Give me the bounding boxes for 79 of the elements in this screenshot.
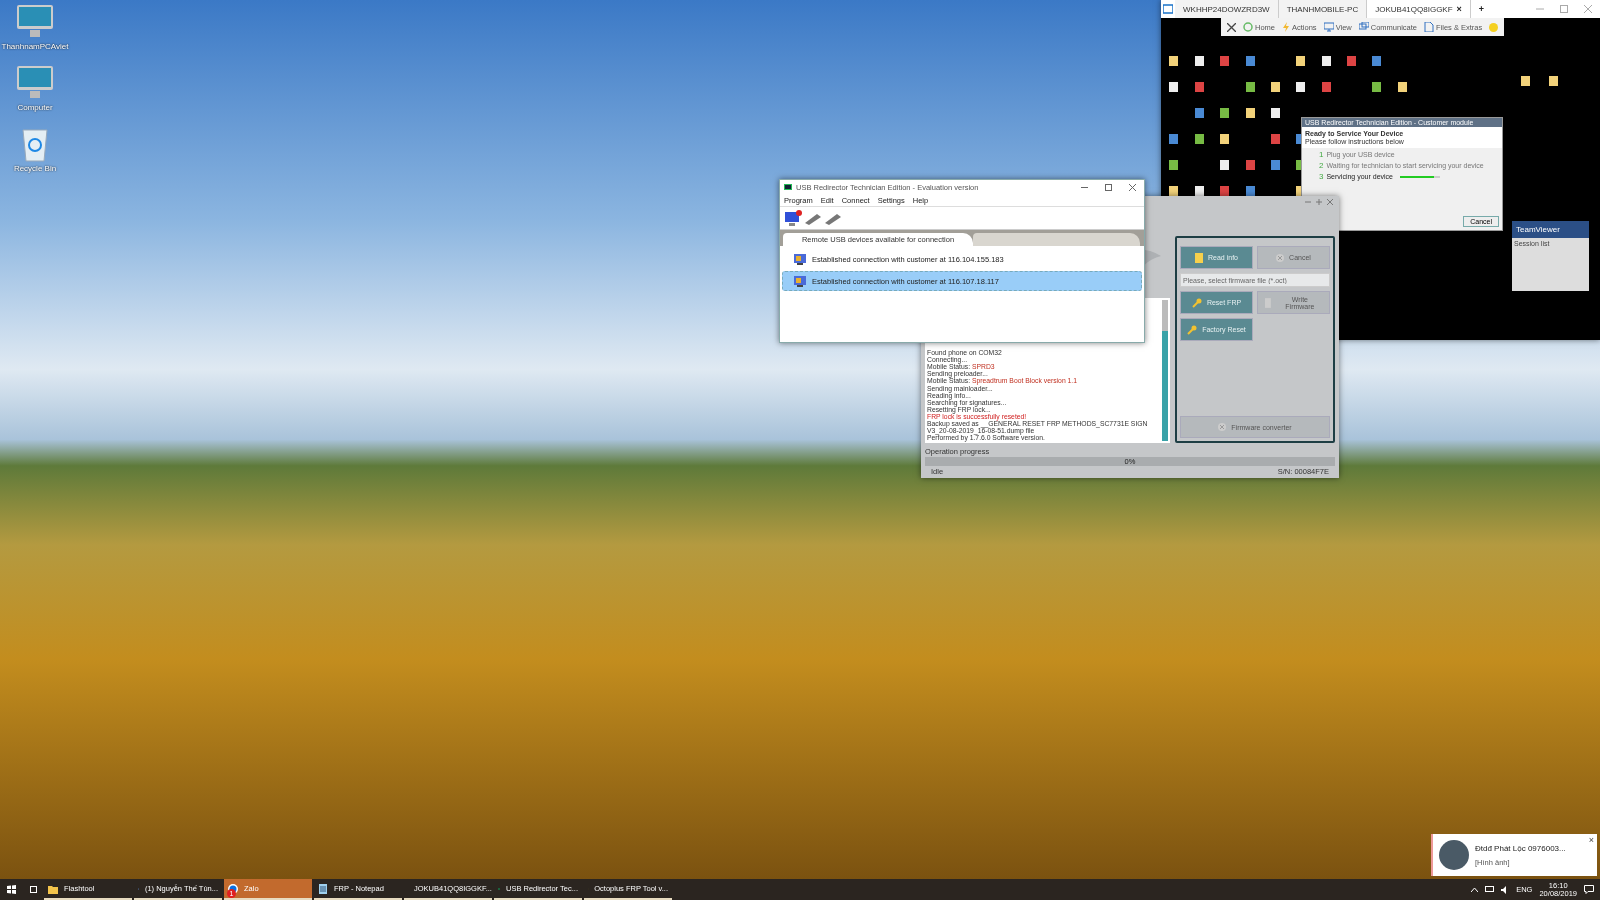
app-icon xyxy=(1246,160,1255,170)
folder-icon xyxy=(1169,56,1178,66)
cancel-icon xyxy=(1276,253,1285,262)
plug-icon[interactable] xyxy=(824,211,842,225)
app-icon xyxy=(1195,108,1204,118)
wrench-icon xyxy=(1187,324,1198,335)
monitor-icon xyxy=(15,65,55,101)
step-number: 2 xyxy=(1319,161,1324,170)
folder-icon xyxy=(1220,134,1229,144)
monitor-icon xyxy=(15,4,55,40)
folder-icon xyxy=(1246,108,1255,118)
app-icon xyxy=(1271,160,1280,170)
wrench-icon xyxy=(1191,297,1202,308)
app-icon xyxy=(1195,134,1204,144)
file-icon xyxy=(1424,22,1435,32)
tab[interactable]: THANHMOBILE-PC xyxy=(1278,0,1368,18)
cancel-icon xyxy=(1218,423,1227,431)
maximize-icon[interactable] xyxy=(1104,184,1112,191)
folder-icon xyxy=(1296,56,1305,66)
lightning-icon xyxy=(1282,22,1290,32)
app-icon xyxy=(1220,108,1229,118)
notepad-icon xyxy=(318,883,328,894)
task-view-icon[interactable] xyxy=(28,885,38,894)
app-icon xyxy=(1246,186,1255,196)
desktop-icon-label[interactable]: ThanhnamPCAviet xyxy=(1,42,69,51)
app-icon xyxy=(1169,134,1178,144)
home-icon xyxy=(1243,22,1253,32)
file-icon xyxy=(1220,160,1229,170)
close-icon[interactable] xyxy=(1128,184,1136,191)
file-icon xyxy=(1195,56,1204,66)
computer-icon xyxy=(793,274,807,288)
folder-icon xyxy=(1398,82,1407,92)
screen-icon xyxy=(1163,4,1173,14)
folder-icon xyxy=(1549,76,1558,86)
avatar-circle xyxy=(1439,840,1469,870)
chat-icon xyxy=(1358,22,1369,32)
step-number: 1 xyxy=(1319,150,1324,159)
app-icon xyxy=(1372,56,1381,66)
windows-icon[interactable] xyxy=(6,885,16,894)
monitor-icon xyxy=(1323,22,1334,32)
app-icon xyxy=(1169,160,1178,170)
close-icon[interactable] xyxy=(1227,22,1236,32)
file-icon xyxy=(1271,108,1280,118)
folder-icon xyxy=(1521,76,1530,86)
app-icon xyxy=(1246,56,1255,66)
file-icon xyxy=(1195,186,1204,196)
network-icon[interactable] xyxy=(1485,885,1495,894)
computer-icon[interactable] xyxy=(784,209,802,227)
smiley-icon xyxy=(1489,22,1499,32)
app-icon xyxy=(1220,56,1229,66)
document-icon xyxy=(1195,252,1203,263)
file-icon xyxy=(1296,82,1305,92)
file-icon xyxy=(1322,56,1331,66)
minimize-icon[interactable] xyxy=(1080,184,1088,191)
app-icon xyxy=(1372,82,1381,92)
file-icon xyxy=(1169,82,1178,92)
recycle-bin-icon xyxy=(20,126,50,162)
folder-icon xyxy=(48,883,58,894)
app-icon xyxy=(1271,134,1280,144)
close-icon[interactable]: × xyxy=(1588,835,1594,845)
panel-title: TeamViewer xyxy=(1515,224,1561,236)
app-icon xyxy=(1220,186,1229,196)
plug-icon[interactable] xyxy=(804,211,822,225)
scrollbar[interactable] xyxy=(1162,300,1168,441)
folder-icon xyxy=(1271,82,1280,92)
close-icon[interactable]: × xyxy=(1456,4,1462,14)
computer-icon xyxy=(793,252,807,266)
notification-title: Đtdđ Phát Lộc 0976003... xyxy=(1475,843,1566,853)
app-icon xyxy=(1195,82,1204,92)
app-icon xyxy=(1347,56,1356,66)
step-number: 3 xyxy=(1319,172,1324,181)
app-icon xyxy=(784,184,792,191)
tab[interactable]: WKHHP24DOWZRD3W xyxy=(1175,0,1279,18)
app-icon xyxy=(1246,82,1255,92)
folder-icon xyxy=(1169,186,1178,196)
new-tab-icon[interactable]: + xyxy=(1470,0,1493,18)
app-icon xyxy=(1322,82,1331,92)
chevron-up-icon[interactable] xyxy=(1471,887,1479,892)
notifications-icon[interactable] xyxy=(1584,885,1594,894)
